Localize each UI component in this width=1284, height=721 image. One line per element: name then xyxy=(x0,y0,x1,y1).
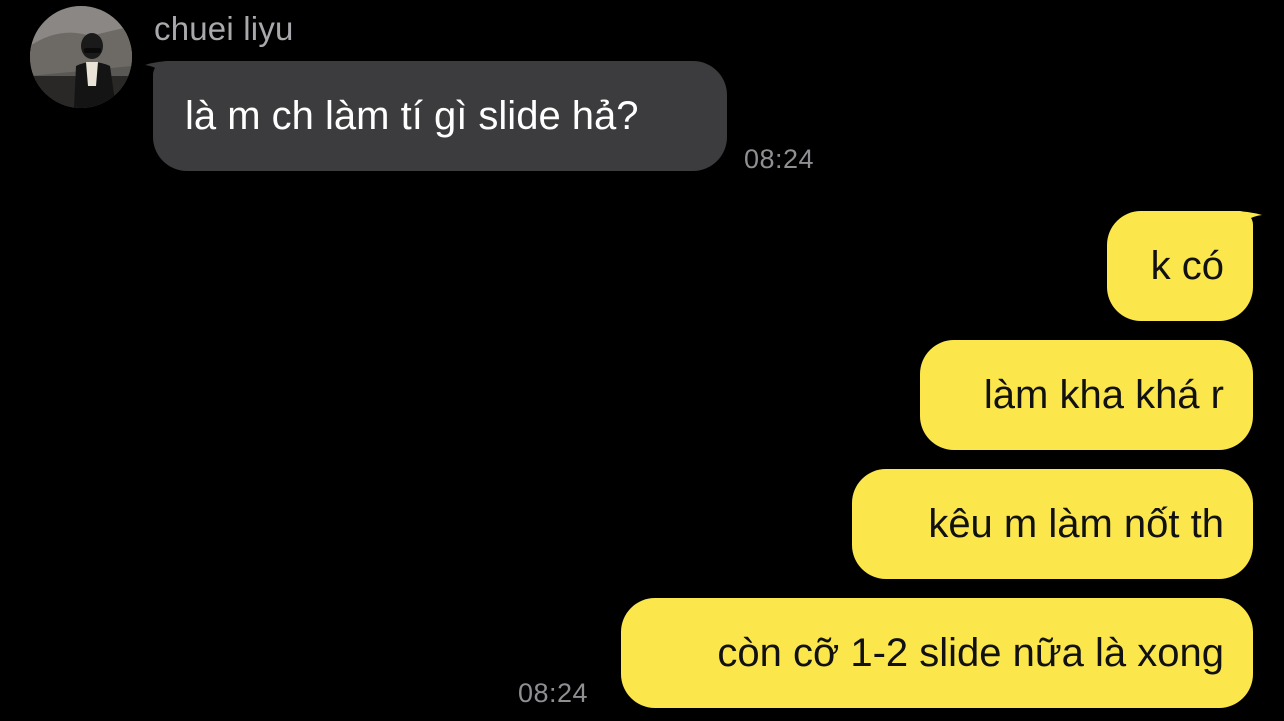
incoming-message-time: 08:24 xyxy=(744,144,815,174)
avatar[interactable] xyxy=(30,6,132,108)
outgoing-message-bubble[interactable]: kêu m làm nốt th xyxy=(852,469,1253,579)
outgoing-message-bubble[interactable]: còn cỡ 1-2 slide nữa là xong xyxy=(621,598,1253,708)
sender-name: chuei liyu xyxy=(154,10,294,47)
incoming-message-text: là m ch làm tí gì slide hả? xyxy=(185,94,639,138)
avatar-photo xyxy=(30,6,132,108)
outgoing-message-text: còn cỡ 1-2 slide nữa là xong xyxy=(717,631,1224,675)
outgoing-message-bubble[interactable]: k có xyxy=(1107,211,1253,321)
outgoing-message-text: kêu m làm nốt th xyxy=(928,502,1224,546)
outgoing-message-text: k có xyxy=(1150,244,1224,288)
outgoing-message-text: làm kha khá r xyxy=(983,373,1224,417)
incoming-message-bubble[interactable]: là m ch làm tí gì slide hả? xyxy=(153,61,727,171)
outgoing-message-time: 08:24 xyxy=(518,678,589,708)
outgoing-message-bubble[interactable]: làm kha khá r xyxy=(920,340,1253,450)
